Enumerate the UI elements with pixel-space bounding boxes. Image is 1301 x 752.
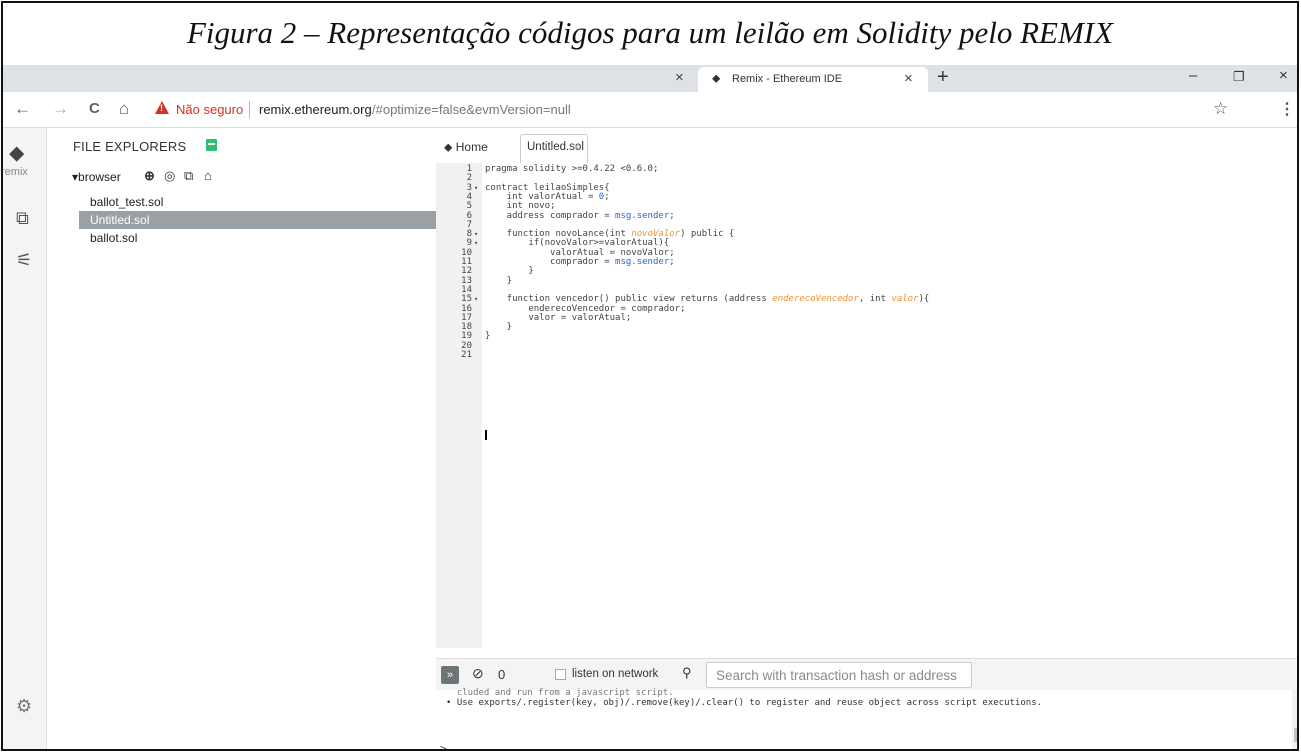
url-path[interactable]: /#optimize=false&evmVersion=null bbox=[372, 102, 571, 117]
code-token: ; bbox=[604, 191, 610, 202]
new-tab-button[interactable]: + bbox=[937, 66, 949, 89]
file-item-untitled[interactable]: Untitled.sol bbox=[79, 211, 436, 229]
code-token: valor bbox=[891, 294, 919, 305]
browser-tab-title: Remix - Ethereum IDE bbox=[732, 73, 843, 85]
code-line: address comprador = msg.sender; bbox=[485, 210, 675, 221]
settings-gear-icon[interactable]: ⚙ bbox=[16, 696, 32, 717]
back-icon[interactable]: ← bbox=[14, 99, 31, 119]
home-tab-icon: ⬥ bbox=[444, 140, 456, 154]
terminal-scrollbar[interactable] bbox=[1292, 690, 1297, 749]
figure-frame: Figura 2 – Representação códigos para um… bbox=[1, 1, 1299, 751]
terminal-toggle-icon[interactable]: » bbox=[441, 666, 459, 684]
file-explorers-title: FILE EXPLORERS bbox=[73, 139, 187, 154]
fold-toggle-icon[interactable]: ▾ bbox=[474, 239, 482, 248]
editor-panel: ⬥ Home Untitled.sol × 1 2 3 ▾ 4 5 6 7 8 ▾ 9 ▾ 10 11 12… bbox=[436, 128, 1297, 749]
open-folder-icon[interactable]: ⌂ bbox=[204, 168, 212, 183]
minimize-button[interactable]: – bbox=[1189, 67, 1197, 84]
code-line: } bbox=[485, 275, 513, 286]
code-token: } bbox=[485, 331, 491, 342]
previous-tab-close-icon[interactable]: × bbox=[675, 69, 684, 86]
file-tab-close-icon[interactable]: × bbox=[573, 140, 580, 154]
forward-icon[interactable]: → bbox=[52, 99, 69, 119]
file-item-ballot[interactable]: ballot.sol bbox=[79, 229, 436, 247]
code-line: pragma solidity >=0.4.22 <0.6.0; bbox=[485, 164, 659, 174]
code-token: ; bbox=[669, 210, 675, 221]
search-icon: ⚲ bbox=[682, 665, 692, 680]
remix-app: ⬥ remix ⧉ ⚟ ⚙ FILE EXPLORERS ▾browser ⊕ … bbox=[1, 128, 1297, 749]
fold-toggle-icon[interactable]: ▾ bbox=[474, 184, 482, 193]
code-token: ){ bbox=[918, 294, 930, 305]
transaction-search-input[interactable] bbox=[706, 662, 972, 688]
clear-console-icon[interactable]: ⊘ bbox=[472, 665, 484, 682]
terminal-scroll-thumb[interactable] bbox=[1294, 728, 1297, 742]
text-cursor bbox=[485, 430, 487, 440]
remix-logo-icon[interactable]: ⬥ bbox=[9, 140, 24, 166]
editor-tab-bar: ⬥ Home Untitled.sol × bbox=[436, 128, 1297, 163]
workspace-browser-toggle[interactable]: ▾browser bbox=[72, 170, 121, 184]
code-editor[interactable]: pragma solidity >=0.4.22 <0.6.0; contract… bbox=[482, 163, 1297, 648]
listen-network-checkbox[interactable] bbox=[555, 669, 566, 680]
file-explorer-icon[interactable]: ⧉ bbox=[16, 208, 29, 229]
browser-tab-remix[interactable]: ⬥ Remix - Ethereum IDE × bbox=[698, 67, 928, 92]
ethereum-favicon-icon: ⬥ bbox=[712, 71, 721, 85]
line-number: 21 bbox=[461, 350, 472, 360]
code-token: ) public { bbox=[680, 229, 735, 240]
bookmark-star-icon[interactable]: ☆ bbox=[1213, 99, 1228, 119]
docs-book-icon[interactable] bbox=[206, 139, 217, 151]
github-icon[interactable]: ◎ bbox=[164, 168, 175, 184]
code-token: , int bbox=[858, 294, 892, 305]
code-token: ; bbox=[669, 257, 675, 267]
terminal-line-tip: • Use exports/.register(key, obj)/.remov… bbox=[446, 698, 1043, 708]
code-token: pragma solidity >=0.4.22 <0.6.0; bbox=[485, 164, 659, 174]
terminal-toolbar: » ⊘ 0 listen on network ⚲ bbox=[436, 658, 1297, 690]
restore-button[interactable]: ❐ bbox=[1233, 69, 1245, 85]
tab-close-icon[interactable]: × bbox=[904, 70, 913, 87]
create-file-icon[interactable]: ⊕ bbox=[144, 168, 155, 184]
icon-panel: ⬥ remix ⧉ ⚟ ⚙ bbox=[1, 128, 47, 749]
figure-caption: Figura 2 – Representação códigos para um… bbox=[186, 15, 1114, 50]
terminal-prompt[interactable]: > bbox=[440, 742, 447, 749]
code-token: } bbox=[485, 275, 513, 286]
code-line: } bbox=[485, 332, 490, 341]
reload-icon[interactable]: C bbox=[89, 100, 100, 117]
not-secure-label[interactable]: Não seguro bbox=[176, 102, 243, 117]
plugin-manager-icon[interactable]: ⚟ bbox=[16, 250, 32, 271]
address-bar: ← → C ⌂ ! Não seguro remix.ethereum.org … bbox=[3, 92, 1297, 128]
line-number-gutter: 1 2 3 ▾ 4 5 6 7 8 ▾ 9 ▾ 10 11 12 13 14 15 ▾ 16 17 18 19 20 21 bbox=[436, 163, 482, 648]
file-item-ballot-test[interactable]: ballot_test.sol bbox=[79, 193, 436, 211]
home-tab-label: Home bbox=[455, 140, 488, 154]
code-token: enderecoVencedor bbox=[772, 294, 859, 305]
tab-untitled-sol[interactable]: Untitled.sol × bbox=[520, 134, 588, 163]
terminal-output: cluded and run from a javascript script.… bbox=[436, 688, 1297, 749]
listen-network-label: listen on network bbox=[572, 668, 659, 680]
browser-tab-strip: × ⬥ Remix - Ethereum IDE × + – ❐ × bbox=[3, 65, 1297, 92]
file-explorer-panel: FILE EXPLORERS ▾browser ⊕ ◎ ⧉ ⌂ ballot_t… bbox=[48, 128, 436, 749]
code-token: msg.sender bbox=[615, 210, 670, 221]
url-host[interactable]: remix.ethereum.org bbox=[259, 102, 372, 117]
address-separator bbox=[249, 101, 250, 118]
code-token: msg.sender bbox=[615, 257, 670, 267]
close-window-button[interactable]: × bbox=[1279, 67, 1288, 84]
fold-toggle-icon[interactable]: ▾ bbox=[474, 230, 482, 239]
browser-menu-icon[interactable]: ⋮ bbox=[1279, 99, 1295, 119]
fold-toggle-icon[interactable]: ▾ bbox=[474, 295, 482, 304]
remix-logo-text: remix bbox=[1, 166, 28, 178]
warning-icon: ! bbox=[155, 101, 169, 114]
copy-files-icon[interactable]: ⧉ bbox=[184, 168, 193, 184]
terminal-line-partial: cluded and run from a javascript script. bbox=[446, 688, 674, 698]
pending-tx-count: 0 bbox=[498, 667, 506, 682]
code-token: address comprador = bbox=[485, 210, 616, 221]
tab-home[interactable]: ⬥ Home bbox=[444, 140, 488, 155]
home-icon[interactable]: ⌂ bbox=[119, 99, 129, 119]
